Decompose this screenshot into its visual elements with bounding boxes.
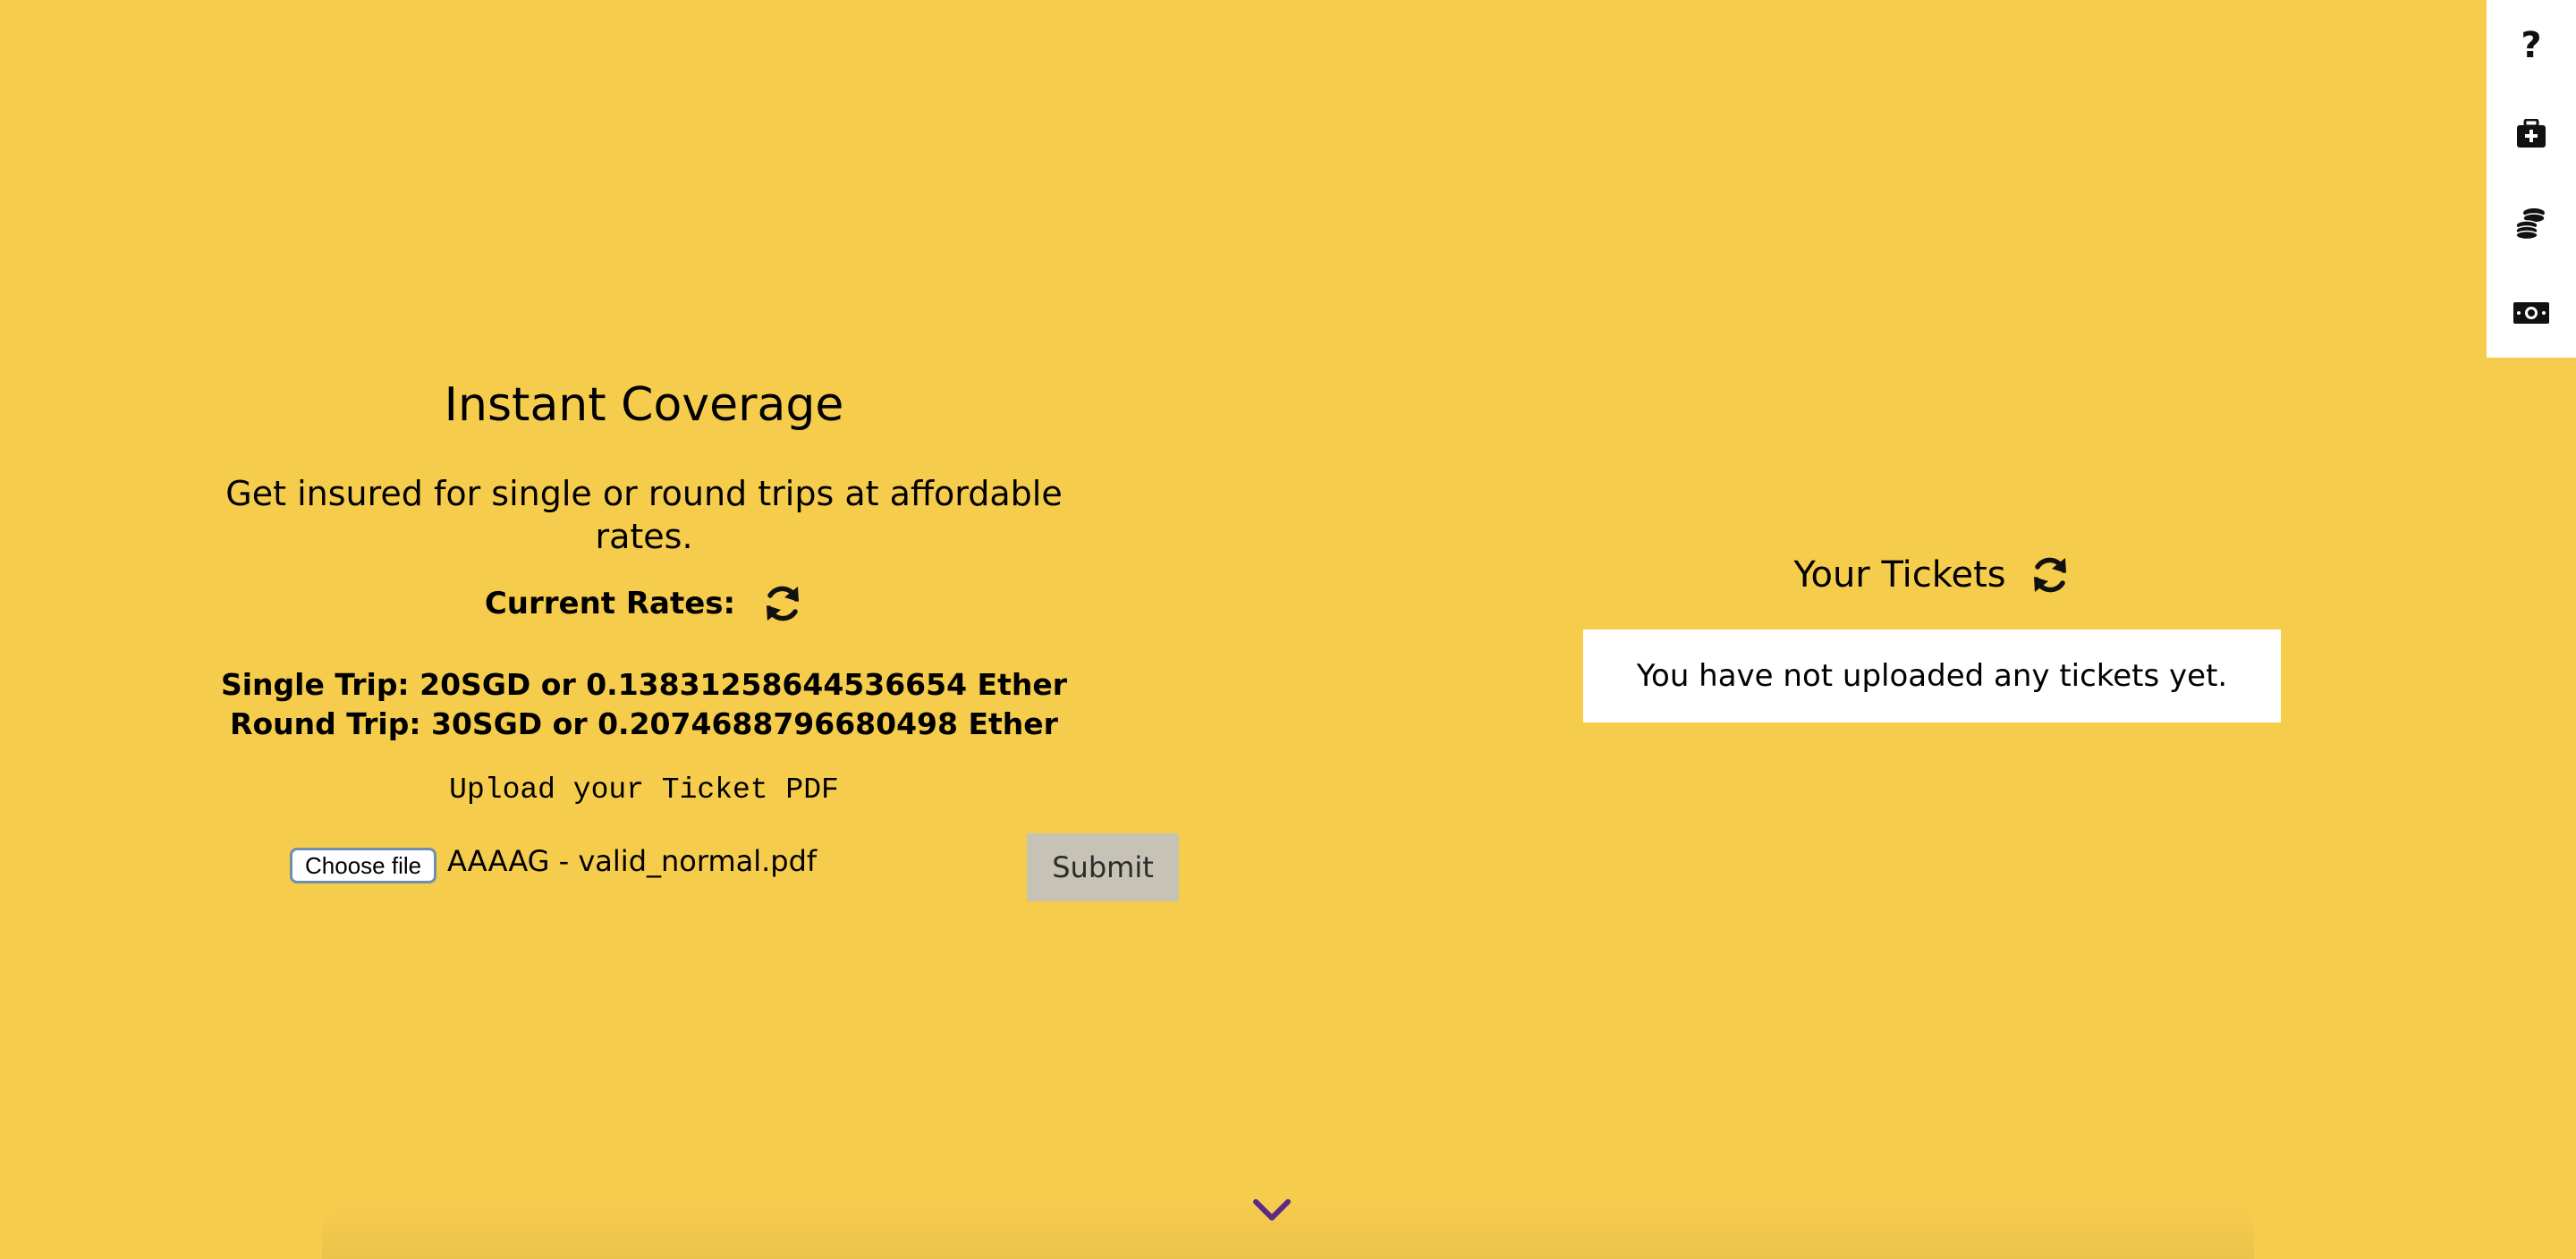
coins-button[interactable] <box>2487 179 2576 268</box>
chevron-down-icon[interactable] <box>1252 1196 1292 1223</box>
page: ? Instant Coverage Get insured for singl… <box>0 0 2576 1259</box>
refresh-tickets-icon[interactable] <box>2029 554 2071 596</box>
medical-kit-icon <box>2517 119 2546 148</box>
tickets-empty-message: You have not uploaded any tickets yet. <box>1636 658 2228 694</box>
refresh-rates-icon[interactable] <box>762 583 803 624</box>
payout-button[interactable] <box>2487 268 2576 358</box>
help-button[interactable]: ? <box>2487 0 2576 89</box>
round-trip-rate: Round Trip: 30SGD or 0.2074688796680498 … <box>230 706 1058 741</box>
side-toolbar: ? <box>2487 0 2576 358</box>
svg-text:?: ? <box>2521 27 2541 63</box>
single-trip-rate: Single Trip: 20SGD or 0.1383125864453665… <box>220 667 1068 702</box>
choose-file-button[interactable]: Choose file <box>290 848 437 883</box>
coverage-subtitle: Get insured for single or round trips at… <box>225 474 1063 556</box>
selected-file-name: AAAAG - valid_normal.pdf <box>447 844 818 878</box>
question-icon: ? <box>2521 27 2541 63</box>
tickets-header: Your Tickets <box>1583 554 2281 596</box>
submit-button[interactable]: Submit <box>1027 833 1179 901</box>
insurance-button[interactable] <box>2487 89 2576 179</box>
money-bill-icon <box>2513 302 2549 324</box>
current-rates-header: Current Rates: <box>179 583 1109 624</box>
tickets-empty-box: You have not uploaded any tickets yet. <box>1583 630 2281 722</box>
upload-label: Upload your Ticket PDF <box>449 773 839 807</box>
current-rates-label: Current Rates: <box>484 586 736 621</box>
coverage-title: Instant Coverage <box>444 378 844 432</box>
coins-icon <box>2515 208 2546 240</box>
upload-form: Choose file AAAAG - valid_normal.pdf Sub… <box>286 833 1179 901</box>
tickets-title: Your Tickets <box>1793 554 2006 596</box>
